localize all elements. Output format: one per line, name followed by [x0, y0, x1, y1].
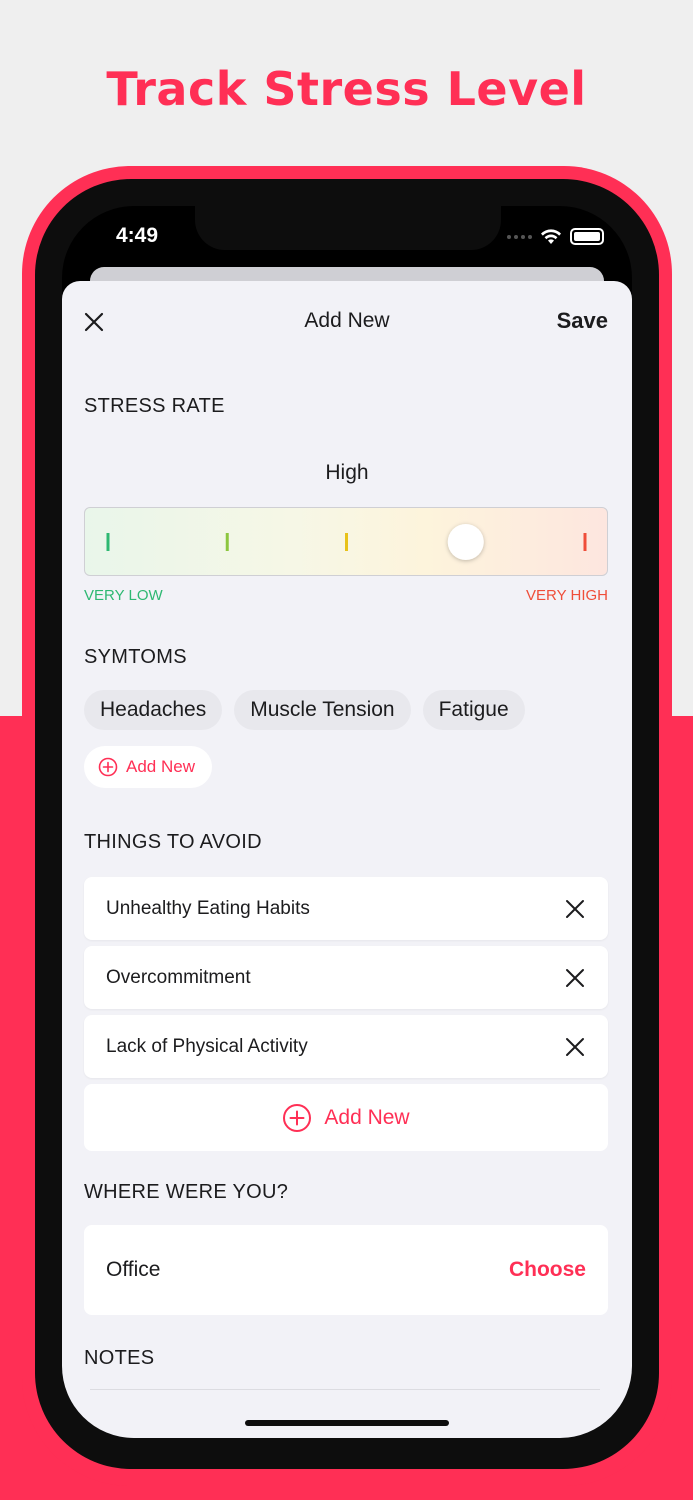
scale-low-label: VERY LOW — [84, 587, 163, 604]
signal-dots-icon — [507, 234, 532, 239]
symptom-chip[interactable]: Muscle Tension — [234, 690, 411, 730]
stress-slider[interactable] — [84, 507, 608, 576]
remove-icon[interactable] — [564, 1036, 586, 1058]
symptom-chip[interactable]: Fatigue — [422, 690, 525, 730]
add-avoid-label: Add New — [324, 1105, 410, 1129]
battery-icon — [570, 228, 604, 245]
location-label: WHERE WERE YOU? — [84, 1181, 289, 1203]
symptom-chip[interactable]: Headaches — [84, 690, 223, 730]
avoid-item-label: Lack of Physical Activity — [106, 1035, 308, 1057]
stress-slider-track[interactable] — [85, 508, 609, 577]
stress-rate-label: STRESS RATE — [84, 395, 225, 417]
notes-field[interactable] — [90, 1389, 600, 1390]
status-time: 4:49 — [116, 224, 159, 247]
location-card: Office Choose — [84, 1225, 608, 1315]
phone-screen: 4:49 Add New Save STRESS RATE High VERY … — [62, 206, 632, 1438]
avoid-item-label: Unhealthy Eating Habits — [106, 897, 310, 919]
remove-icon[interactable] — [564, 967, 586, 989]
add-circle-icon — [283, 1103, 312, 1132]
add-new-sheet: Add New Save STRESS RATE High VERY LOW V… — [62, 281, 632, 1438]
phone-notch — [195, 206, 501, 250]
stress-rate-value: High — [325, 461, 369, 484]
location-value: Office — [106, 1258, 161, 1281]
choose-location-button[interactable]: Choose — [509, 1258, 586, 1282]
slider-thumb[interactable] — [447, 524, 484, 560]
avoid-item: Lack of Physical Activity — [84, 1015, 608, 1078]
add-symptom-label: Add New — [126, 757, 195, 776]
notes-label: NOTES — [84, 1347, 155, 1369]
symptom-chips: Headaches Muscle Tension Fatigue — [84, 690, 525, 730]
add-symptom-button[interactable]: Add New — [84, 746, 212, 788]
avoid-item: Overcommitment — [84, 946, 608, 1009]
remove-icon[interactable] — [564, 898, 586, 920]
scale-high-label: VERY HIGH — [526, 587, 608, 604]
save-button[interactable]: Save — [557, 308, 608, 334]
sheet-title: Add New — [304, 309, 390, 332]
symptoms-label: SYMTOMS — [84, 646, 187, 668]
add-avoid-button[interactable]: Add New — [84, 1084, 608, 1151]
add-circle-icon — [98, 757, 118, 777]
avoid-item-label: Overcommitment — [106, 966, 251, 988]
status-icons — [507, 228, 604, 245]
avoid-item: Unhealthy Eating Habits — [84, 877, 608, 940]
promo-headline: Track Stress Level — [106, 62, 587, 116]
things-to-avoid-label: THINGS TO AVOID — [84, 831, 262, 853]
wifi-icon — [541, 229, 561, 244]
sheet-nav-bar: Add New Save — [62, 281, 632, 363]
home-indicator — [245, 1420, 449, 1426]
avoid-list: Unhealthy Eating Habits Overcommitment L… — [84, 877, 608, 1151]
